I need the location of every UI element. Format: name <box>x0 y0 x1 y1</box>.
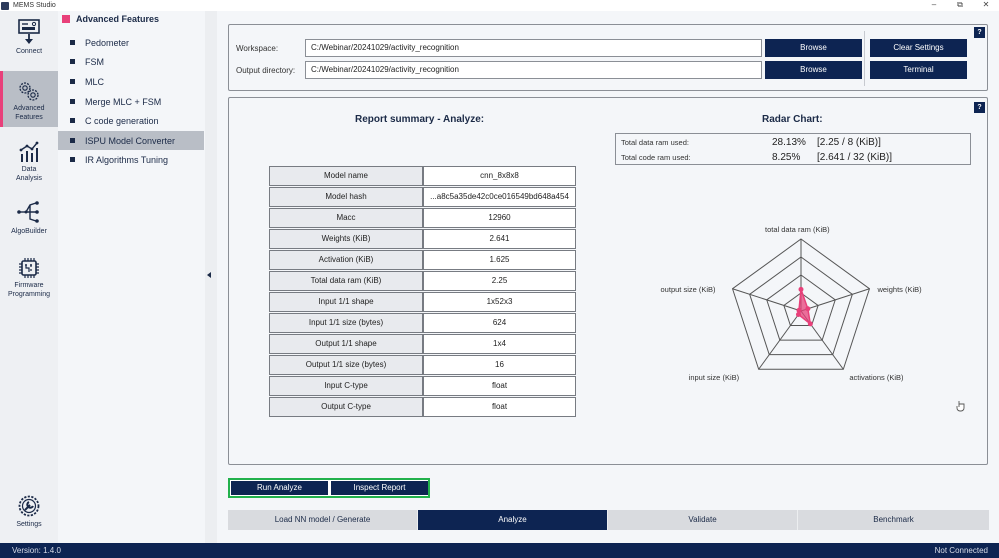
help-button[interactable]: ? <box>974 27 985 38</box>
bullet-icon <box>70 157 75 162</box>
feature-item-label: MLC <box>85 76 105 87</box>
radar-chart <box>731 238 871 370</box>
bullet-icon <box>70 99 75 104</box>
radar-data-point <box>807 321 813 327</box>
minimize-button[interactable]: – <box>921 0 947 11</box>
analyze-panel: ? Report summary - Analyze: Model name cn… <box>228 97 988 465</box>
feature-sidebar: Advanced Features Pedometer FSM MLC Merg… <box>58 11 205 543</box>
bullet-icon <box>70 138 75 143</box>
app-logo-icon <box>1 1 9 10</box>
output-browse-button[interactable]: Browse <box>765 61 862 79</box>
chip-icon <box>19 258 39 278</box>
rail-label-settings: Settings <box>16 521 42 528</box>
version-label: Version: 1.4.0 <box>12 546 61 555</box>
radar-axis-label: input size (KiB) <box>688 373 740 383</box>
tab-validate[interactable]: Validate <box>608 510 798 530</box>
feature-item-label: IR Algorithms Tuning <box>85 154 169 165</box>
rail-label-programming: Programming <box>7 291 50 298</box>
section-marker-icon <box>62 15 70 23</box>
output-directory-label: Output directory: <box>236 66 296 75</box>
feature-item-ispu-model-converter[interactable]: ISPU Model Converter <box>58 131 204 150</box>
feature-item-label: Merge MLC + FSM <box>85 96 162 107</box>
rail-item-advanced-features[interactable]: Advanced Features <box>0 71 58 127</box>
panel-divider <box>864 31 865 86</box>
feature-item-label: FSM <box>85 56 104 67</box>
workspace-browse-button[interactable]: Browse <box>765 39 862 57</box>
radar-axis-label: weights (KiB) <box>877 284 922 294</box>
rail-item-algobuilder[interactable]: AlgoBuilder <box>0 199 58 241</box>
connect-icon <box>18 19 40 44</box>
collapse-sidebar-icon[interactable] <box>207 272 211 278</box>
status-bar: Version: 1.4.0 Not Connected <box>0 543 999 558</box>
feature-item-label: Pedometer <box>85 37 130 48</box>
radar-data-point <box>796 307 802 313</box>
workspace-label: Workspace: <box>236 44 279 53</box>
settings-icon <box>18 495 40 517</box>
feature-item-c-code-generation[interactable]: C code generation <box>58 111 204 130</box>
terminal-button[interactable]: Terminal <box>870 61 967 79</box>
radar-axis-label: total data ram (KiB) <box>765 225 830 234</box>
gears-icon <box>19 82 39 101</box>
rail-label-advanced: Advanced <box>13 105 45 112</box>
feature-item-label: C code generation <box>85 115 159 126</box>
rail-label-analysis: Analysis <box>15 175 43 182</box>
rail-label-algobuilder: AlgoBuilder <box>11 228 47 235</box>
rail-item-data-analysis[interactable]: Data Analysis <box>0 141 58 187</box>
run-analyze-button[interactable]: Run Analyze <box>231 481 328 495</box>
output-directory-input[interactable]: C:/Webinar/20241029/activity_recognition <box>305 61 762 79</box>
title-bar: MEMS Studio – ⧉ ✕ <box>0 0 999 11</box>
tab-load-nn-model[interactable]: Load NN model / Generate <box>228 510 418 530</box>
navigation-rail: Connect Advanced Features Data Analysis <box>0 11 58 543</box>
feature-item-merge-mlc-fsm[interactable]: Merge MLC + FSM <box>58 92 204 111</box>
rail-label-firmware: Firmware <box>14 282 44 289</box>
rail-item-firmware-programming[interactable]: Firmware Programming <box>0 257 58 303</box>
hand-cursor-icon <box>956 401 965 412</box>
window-controls: – ⧉ ✕ <box>921 0 999 11</box>
workspace-panel: Workspace: C:/Webinar/20241029/activity_… <box>228 24 988 91</box>
connection-status: Not Connected <box>934 546 988 555</box>
clear-settings-button[interactable]: Clear Settings <box>870 39 967 57</box>
radar-axis-label: activations (KiB) <box>849 373 904 383</box>
bullet-icon <box>70 118 75 123</box>
bullet-icon <box>70 40 75 45</box>
app-title: MEMS Studio <box>13 2 56 9</box>
workspace-input[interactable]: C:/Webinar/20241029/activity_recognition <box>305 39 762 57</box>
feature-item-pedometer[interactable]: Pedometer <box>58 33 204 52</box>
feature-sidebar-header: Advanced Features <box>62 14 159 24</box>
tab-analyze[interactable]: Analyze <box>418 510 608 530</box>
bullet-icon <box>70 59 75 64</box>
rail-label-features: Features <box>15 114 43 121</box>
inspect-report-button[interactable]: Inspect Report <box>331 481 428 495</box>
radar-data-point <box>805 306 811 312</box>
tree-icon <box>17 201 39 223</box>
chart-icon <box>19 141 39 162</box>
restore-button[interactable]: ⧉ <box>947 0 973 11</box>
action-button-group: Run Analyze Inspect Report <box>228 478 430 498</box>
feature-item-fsm[interactable]: FSM <box>58 52 204 71</box>
radar-axis-label: output size (KiB) <box>660 284 716 294</box>
feature-item-label: ISPU Model Converter <box>85 135 176 146</box>
rail-label-data: Data <box>21 166 37 173</box>
feature-item-ir-algorithms-tuning[interactable]: IR Algorithms Tuning <box>58 150 204 169</box>
workflow-tabs: Load NN model / Generate Analyze Validat… <box>228 510 989 530</box>
tab-benchmark[interactable]: Benchmark <box>798 510 989 530</box>
rail-label-connect: Connect <box>15 48 43 55</box>
rail-item-settings[interactable]: Settings <box>0 494 58 534</box>
radar-data-point <box>798 286 804 292</box>
feature-header-label: Advanced Features <box>76 14 160 24</box>
rail-item-connect[interactable]: Connect <box>0 19 58 67</box>
close-button[interactable]: ✕ <box>973 0 999 11</box>
bullet-icon <box>70 79 75 84</box>
feature-item-mlc[interactable]: MLC <box>58 72 204 91</box>
